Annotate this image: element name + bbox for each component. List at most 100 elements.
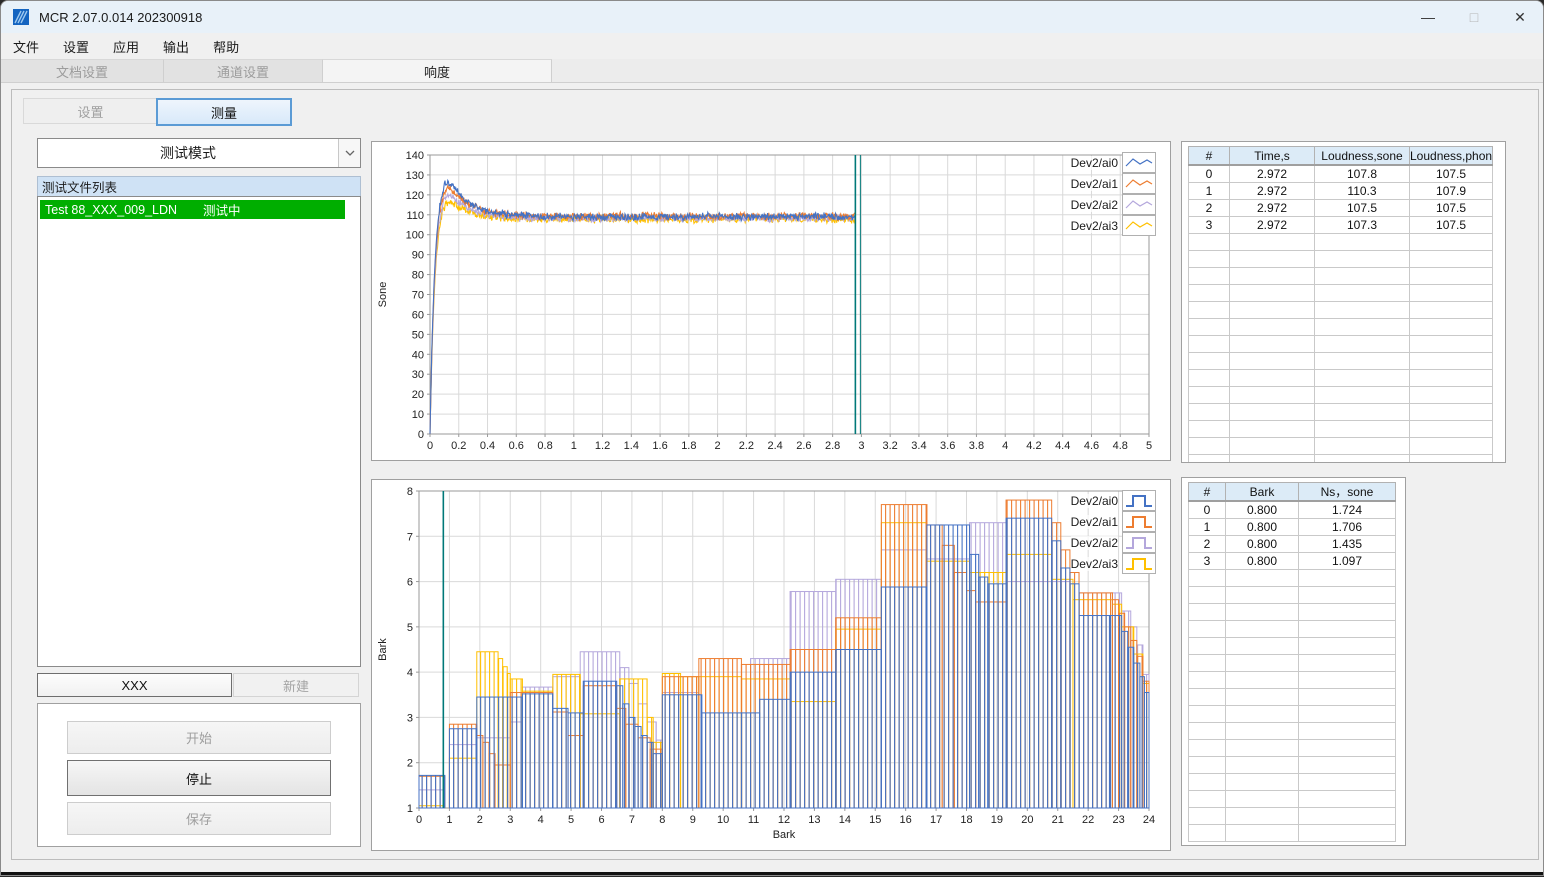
- table-row[interactable]: [1188, 284, 1494, 302]
- table-row[interactable]: [1188, 756, 1396, 774]
- table-row[interactable]: [1188, 403, 1494, 421]
- table-row[interactable]: [1188, 250, 1494, 268]
- table-cell[interactable]: [1188, 739, 1226, 757]
- table-cell[interactable]: 2: [1188, 199, 1230, 217]
- table-cell[interactable]: [1188, 335, 1230, 353]
- table-cell[interactable]: [1408, 420, 1494, 438]
- table-cell[interactable]: [1225, 756, 1299, 774]
- subtab-measure[interactable]: 测量: [156, 98, 292, 126]
- table-cell[interactable]: [1298, 586, 1396, 604]
- table-cell[interactable]: [1188, 790, 1226, 808]
- table-cell[interactable]: 0: [1188, 500, 1226, 519]
- legend-item-dev2-ai3[interactable]: Dev2/ai3: [1070, 215, 1156, 236]
- menu-help[interactable]: 帮助: [201, 37, 251, 56]
- tab-loudness[interactable]: 响度: [323, 59, 552, 82]
- table-cell[interactable]: [1314, 454, 1410, 462]
- table-cell[interactable]: [1298, 688, 1396, 706]
- table-cell[interactable]: [1314, 335, 1410, 353]
- table-cell[interactable]: [1314, 250, 1410, 268]
- table-row[interactable]: [1188, 603, 1396, 621]
- table-cell[interactable]: [1314, 233, 1410, 251]
- table-cell[interactable]: [1314, 301, 1410, 319]
- table-cell[interactable]: 0.800: [1225, 552, 1299, 570]
- table-cell[interactable]: [1314, 437, 1410, 455]
- table-cell[interactable]: [1225, 688, 1299, 706]
- table-cell[interactable]: [1188, 824, 1226, 842]
- table-cell[interactable]: [1298, 739, 1396, 757]
- table-row[interactable]: 2 0.800 1.435: [1188, 535, 1396, 553]
- table-cell[interactable]: 0.800: [1225, 535, 1299, 553]
- chevron-down-icon[interactable]: [338, 139, 360, 167]
- table-cell[interactable]: [1298, 773, 1396, 791]
- table-row[interactable]: [1188, 352, 1494, 370]
- start-button[interactable]: 开始: [67, 721, 331, 754]
- table-cell[interactable]: [1298, 671, 1396, 689]
- table-cell[interactable]: [1225, 654, 1299, 672]
- legend-item-dev2-ai0[interactable]: Dev2/ai0: [1070, 152, 1156, 173]
- table-row[interactable]: [1188, 637, 1396, 655]
- table-row[interactable]: 2 2.972 107.5 107.5: [1188, 199, 1494, 217]
- table-cell[interactable]: [1314, 318, 1410, 336]
- table-cell[interactable]: [1229, 267, 1315, 285]
- legend-item-dev2-ai0[interactable]: Dev2/ai0: [1070, 490, 1156, 511]
- table-row[interactable]: [1188, 586, 1396, 604]
- table-cell[interactable]: [1408, 369, 1494, 387]
- table-cell[interactable]: [1225, 807, 1299, 825]
- table-cell[interactable]: 0.800: [1225, 518, 1299, 536]
- table-row[interactable]: 3 2.972 107.3 107.5: [1188, 216, 1494, 234]
- table-cell[interactable]: 2.972: [1229, 216, 1315, 234]
- save-button[interactable]: 保存: [67, 802, 331, 835]
- menu-settings[interactable]: 设置: [51, 37, 101, 56]
- table-cell[interactable]: [1225, 603, 1299, 621]
- table-row[interactable]: [1188, 722, 1396, 740]
- table-cell[interactable]: [1188, 284, 1230, 302]
- table-cell[interactable]: 3: [1188, 552, 1226, 570]
- table-cell[interactable]: [1225, 824, 1299, 842]
- table-cell[interactable]: [1188, 369, 1230, 387]
- tab-document-settings[interactable]: 文档设置: [1, 59, 164, 82]
- table-cell[interactable]: 107.5: [1408, 216, 1494, 234]
- table-cell[interactable]: [1225, 790, 1299, 808]
- table-cell[interactable]: [1229, 250, 1315, 268]
- table-cell[interactable]: [1298, 603, 1396, 621]
- table-cell[interactable]: [1188, 756, 1226, 774]
- table-row[interactable]: [1188, 807, 1396, 825]
- table-cell[interactable]: [1188, 705, 1226, 723]
- legend-item-dev2-ai1[interactable]: Dev2/ai1: [1070, 511, 1156, 532]
- table-row[interactable]: [1188, 773, 1396, 791]
- table-row[interactable]: 0 0.800 1.724: [1188, 500, 1396, 519]
- table-cell[interactable]: 1: [1188, 182, 1230, 200]
- table-cell[interactable]: [1188, 807, 1226, 825]
- table-row[interactable]: 1 0.800 1.706: [1188, 518, 1396, 536]
- table-cell[interactable]: [1229, 318, 1315, 336]
- table-cell[interactable]: [1229, 335, 1315, 353]
- table-row[interactable]: [1188, 267, 1494, 285]
- table-cell[interactable]: 107.5: [1314, 199, 1410, 217]
- table-row[interactable]: 1 2.972 110.3 107.9: [1188, 182, 1494, 200]
- table-row[interactable]: [1188, 671, 1396, 689]
- table-row[interactable]: [1188, 437, 1494, 455]
- table-cell[interactable]: [1188, 437, 1230, 455]
- legend-item-dev2-ai2[interactable]: Dev2/ai2: [1070, 194, 1156, 215]
- table-cell[interactable]: 1.097: [1298, 552, 1396, 570]
- table-cell[interactable]: [1188, 250, 1230, 268]
- table-cell[interactable]: [1408, 318, 1494, 336]
- table-cell[interactable]: [1188, 267, 1230, 285]
- table-cell[interactable]: 1: [1188, 518, 1226, 536]
- table-cell[interactable]: [1314, 420, 1410, 438]
- table-cell[interactable]: [1188, 386, 1230, 404]
- table-cell[interactable]: 0: [1188, 164, 1230, 183]
- table-cell[interactable]: 1.724: [1298, 500, 1396, 519]
- table-cell[interactable]: [1188, 403, 1230, 421]
- table-cell[interactable]: [1229, 352, 1315, 370]
- legend-item-dev2-ai3[interactable]: Dev2/ai3: [1070, 553, 1156, 574]
- table-cell[interactable]: [1225, 739, 1299, 757]
- table-cell[interactable]: [1188, 420, 1230, 438]
- table-cell[interactable]: [1188, 586, 1226, 604]
- table-row[interactable]: [1188, 790, 1396, 808]
- table-row[interactable]: [1188, 335, 1494, 353]
- table-cell[interactable]: 2.972: [1229, 164, 1315, 183]
- table-cell[interactable]: [1188, 352, 1230, 370]
- table-cell[interactable]: [1298, 654, 1396, 672]
- table-row[interactable]: [1188, 824, 1396, 842]
